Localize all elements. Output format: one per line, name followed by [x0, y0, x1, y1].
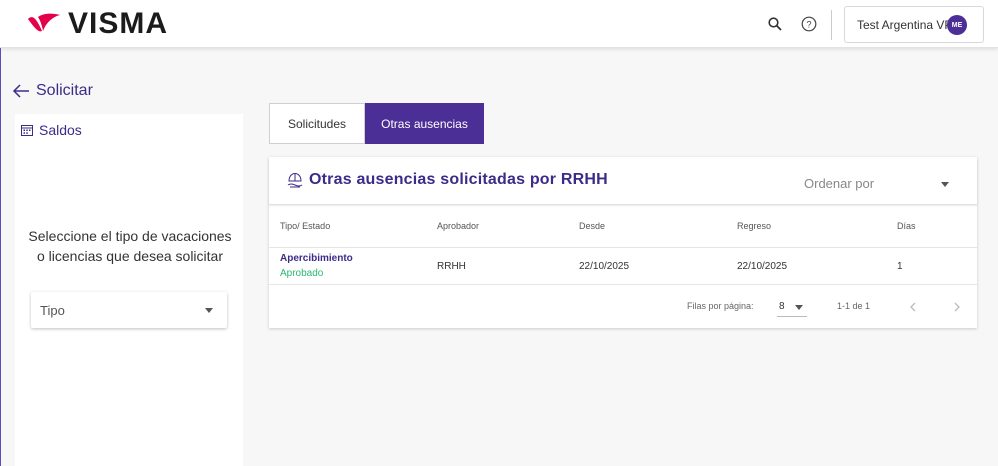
chevron-right-icon: [954, 302, 960, 312]
svg-text:?: ?: [806, 20, 811, 30]
visma-logo[interactable]: VISMA: [26, 7, 169, 40]
status-badge: Aprobado: [280, 268, 324, 279]
row-tipo-link[interactable]: Apercibimiento: [280, 253, 353, 264]
pagination: Filas por página: 8 1-1 de 1: [269, 285, 977, 328]
table-header: Tipo/ Estado Aprobador Desde Regreso Día…: [269, 205, 977, 248]
left-accent-border: [0, 48, 1, 466]
row-desde: 22/10/2025: [579, 261, 630, 272]
logo-text: VISMA: [68, 7, 169, 40]
card-title-wrap: Otras ausencias solicitadas por RRHH: [287, 171, 608, 189]
col-dias: Días: [897, 221, 916, 231]
calendar-icon: [21, 125, 33, 136]
chevron-down-icon: [205, 308, 213, 313]
tab-solicitudes[interactable]: Solicitudes: [269, 103, 365, 144]
avatar: ME: [947, 15, 967, 35]
col-aprobador: Aprobador: [437, 221, 480, 231]
chevron-down-icon: [941, 182, 949, 187]
col-tipo-estado: Tipo/ Estado: [280, 221, 331, 231]
tab-bar: Solicitudes Otras ausencias: [269, 103, 484, 144]
row-aprobador: RRHH: [437, 261, 466, 272]
top-bar: VISMA ? Test Argentina VP ME: [0, 0, 998, 48]
row-dias: 1: [897, 261, 903, 272]
tipo-select[interactable]: Tipo: [31, 292, 227, 328]
search-icon[interactable]: [765, 14, 785, 34]
next-page-button[interactable]: [949, 299, 965, 315]
arrow-left-icon: [12, 84, 29, 98]
page-range: 1-1 de 1: [837, 301, 871, 311]
col-regreso: Regreso: [737, 221, 772, 231]
chevron-left-icon: [910, 302, 916, 312]
table-row: Apercibimiento Aprobado RRHH 22/10/2025 …: [269, 248, 977, 285]
card-title: Otras ausencias solicitadas por RRHH: [309, 171, 608, 188]
chevron-down-icon: [795, 305, 803, 310]
side-panel: Saldos Seleccione el tipo de vacaciones …: [15, 114, 243, 466]
user-menu-button[interactable]: Test Argentina VP ME: [844, 6, 984, 43]
card-header: Otras ausencias solicitadas por RRHH Ord…: [269, 157, 977, 205]
prev-page-button[interactable]: [905, 299, 921, 315]
order-placeholder: Ordenar por: [804, 176, 875, 191]
tab-otras-ausencias[interactable]: Otras ausencias: [365, 103, 484, 144]
col-desde: Desde: [579, 221, 606, 231]
order-by-select[interactable]: Ordenar por: [804, 176, 949, 192]
tipo-prompt-line1: Seleccione el tipo de vacaciones: [28, 228, 232, 244]
back-label: Solicitar: [36, 82, 93, 99]
tipo-placeholder: Tipo: [40, 302, 65, 318]
saldos-label: Saldos: [39, 122, 82, 138]
header-divider: [831, 10, 832, 40]
tipo-prompt-line2: o licencias que desea solicitar: [37, 248, 223, 264]
row-regreso: 22/10/2025: [737, 261, 788, 272]
rows-per-page-select[interactable]: 8: [777, 295, 807, 317]
saldos-link[interactable]: Saldos: [21, 122, 82, 138]
back-link[interactable]: Solicitar: [12, 82, 93, 100]
rows-per-page-label: Filas por página:: [687, 301, 754, 311]
ausencias-card: Otras ausencias solicitadas por RRHH Ord…: [269, 157, 977, 328]
visma-mark-icon: [28, 13, 60, 32]
help-icon[interactable]: ?: [799, 14, 819, 34]
beach-umbrella-icon: [287, 172, 303, 188]
tipo-prompt: Seleccione el tipo de vacaciones o licen…: [25, 226, 235, 266]
rows-per-page-value: 8: [779, 301, 785, 312]
user-name: Test Argentina VP: [857, 17, 953, 32]
